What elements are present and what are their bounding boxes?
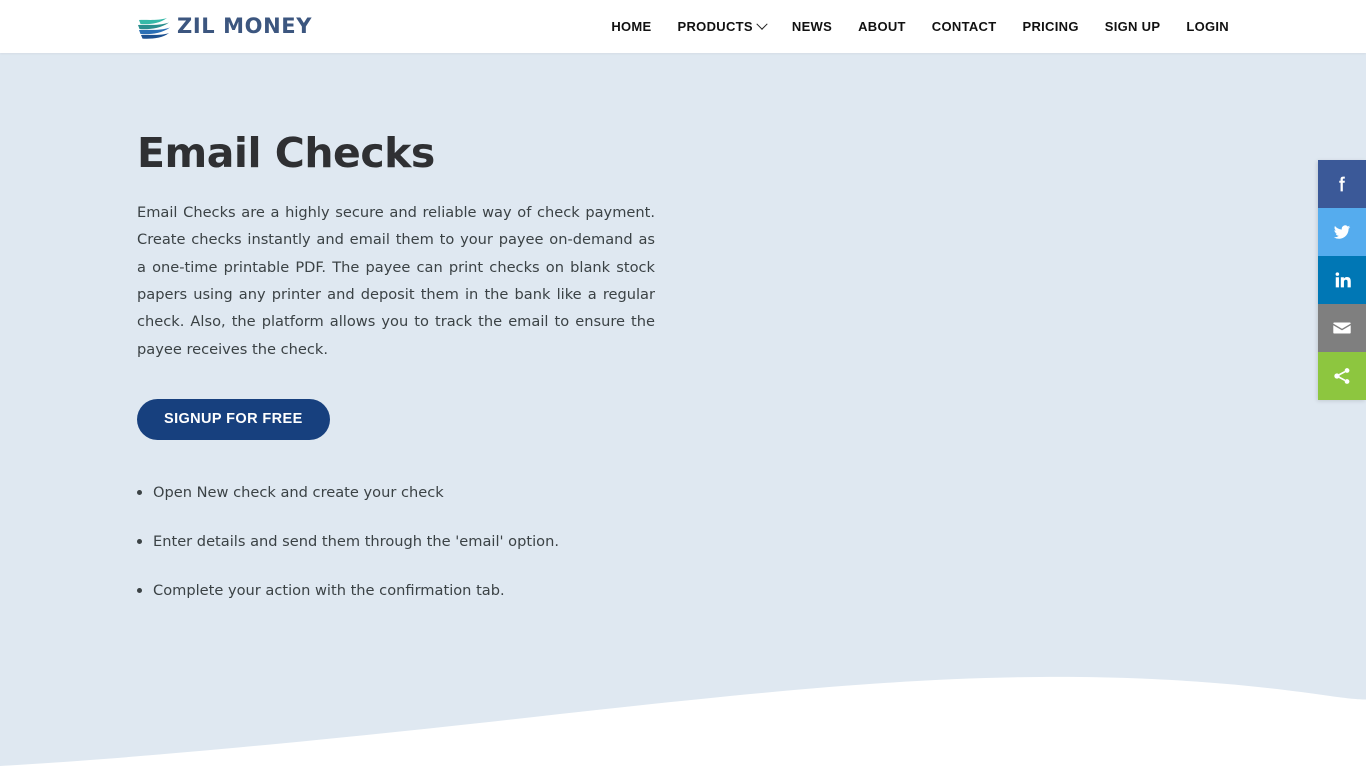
page-title: Email Checks	[137, 129, 435, 177]
nav-item-login[interactable]: LOGIN	[1173, 19, 1229, 34]
bottom-wave-decoration	[0, 676, 1366, 768]
nav-item-label: PRODUCTS	[677, 19, 753, 34]
list-item: Open New check and create your check	[137, 482, 697, 504]
nav-item-label: HOME	[611, 19, 652, 34]
nav-item-label: PRICING	[1022, 19, 1079, 34]
share-more-button[interactable]	[1318, 352, 1366, 400]
nav-item-label: CONTACT	[931, 19, 997, 34]
social-share-rail	[1318, 160, 1366, 400]
share-twitter-button[interactable]	[1318, 208, 1366, 256]
nav-item-home[interactable]: HOME	[598, 19, 664, 34]
linkedin-icon	[1331, 269, 1353, 291]
list-item: Enter details and send them through the …	[137, 531, 697, 553]
site-logo[interactable]: ZIL MONEY	[137, 0, 312, 53]
facebook-icon	[1331, 173, 1353, 195]
main-navigation: HOME PRODUCTS NEWS ABOUT CONTACT PRICING…	[598, 18, 1229, 34]
twitter-icon	[1331, 221, 1353, 243]
envelope-icon	[1331, 317, 1353, 339]
nav-item-products[interactable]: PRODUCTS	[665, 18, 779, 34]
nav-item-pricing[interactable]: PRICING	[1009, 19, 1091, 34]
chevron-down-icon	[756, 18, 768, 30]
nav-item-sign-up[interactable]: SIGN UP	[1092, 19, 1174, 34]
site-header: ZIL MONEY HOME PRODUCTS NEWS ABOUT CONTA…	[0, 0, 1366, 53]
list-item: Complete your action with the confirmati…	[137, 580, 697, 602]
nav-item-news[interactable]: NEWS	[779, 19, 845, 34]
nav-item-label: NEWS	[791, 19, 833, 34]
nav-item-label: LOGIN	[1186, 19, 1229, 34]
hero-section: Email Checks Email Checks are a highly s…	[0, 53, 1366, 768]
share-linkedin-button[interactable]	[1318, 256, 1366, 304]
site-logo-text: ZIL MONEY	[177, 14, 313, 38]
zil-money-wing-logo-icon	[137, 13, 173, 41]
hero-description: Email Checks are a highly secure and rel…	[137, 204, 655, 358]
steps-list: Open New check and create your check Ent…	[137, 482, 697, 602]
signup-for-free-button[interactable]: SIGNUP FOR FREE	[137, 398, 330, 440]
nav-item-label: SIGN UP	[1104, 19, 1161, 34]
share-facebook-button[interactable]	[1318, 160, 1366, 208]
share-nodes-icon	[1331, 365, 1353, 387]
nav-item-label: ABOUT	[858, 19, 906, 34]
nav-item-about[interactable]: ABOUT	[845, 19, 919, 34]
nav-item-contact[interactable]: CONTACT	[919, 19, 1010, 34]
hero-content: Email Checks Email Checks are a highly s…	[137, 129, 697, 602]
share-email-button[interactable]	[1318, 304, 1366, 352]
